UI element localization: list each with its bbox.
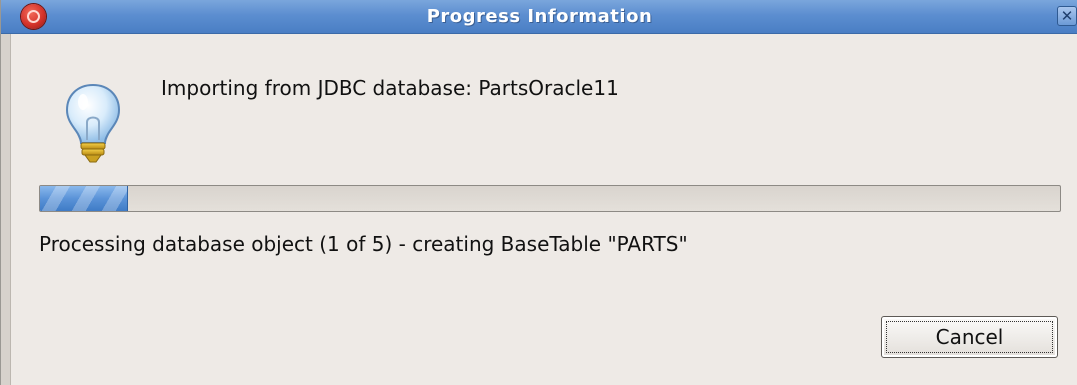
cancel-button[interactable]: Cancel [881,316,1058,358]
progress-bar-fill [40,186,128,211]
status-text: Processing database object (1 of 5) - cr… [39,232,688,256]
window-left-edge [1,0,11,385]
close-icon[interactable]: ✕ [1057,6,1077,26]
progress-dialog: Progress Information ✕ Importing from JD… [0,0,1077,385]
cancel-button-label: Cancel [935,325,1004,349]
progress-bar [39,185,1061,212]
lightbulb-icon [65,83,121,163]
title-bar[interactable]: Progress Information ✕ [1,0,1077,34]
window-title: Progress Information [426,6,653,27]
import-message: Importing from JDBC database: PartsOracl… [161,76,619,100]
